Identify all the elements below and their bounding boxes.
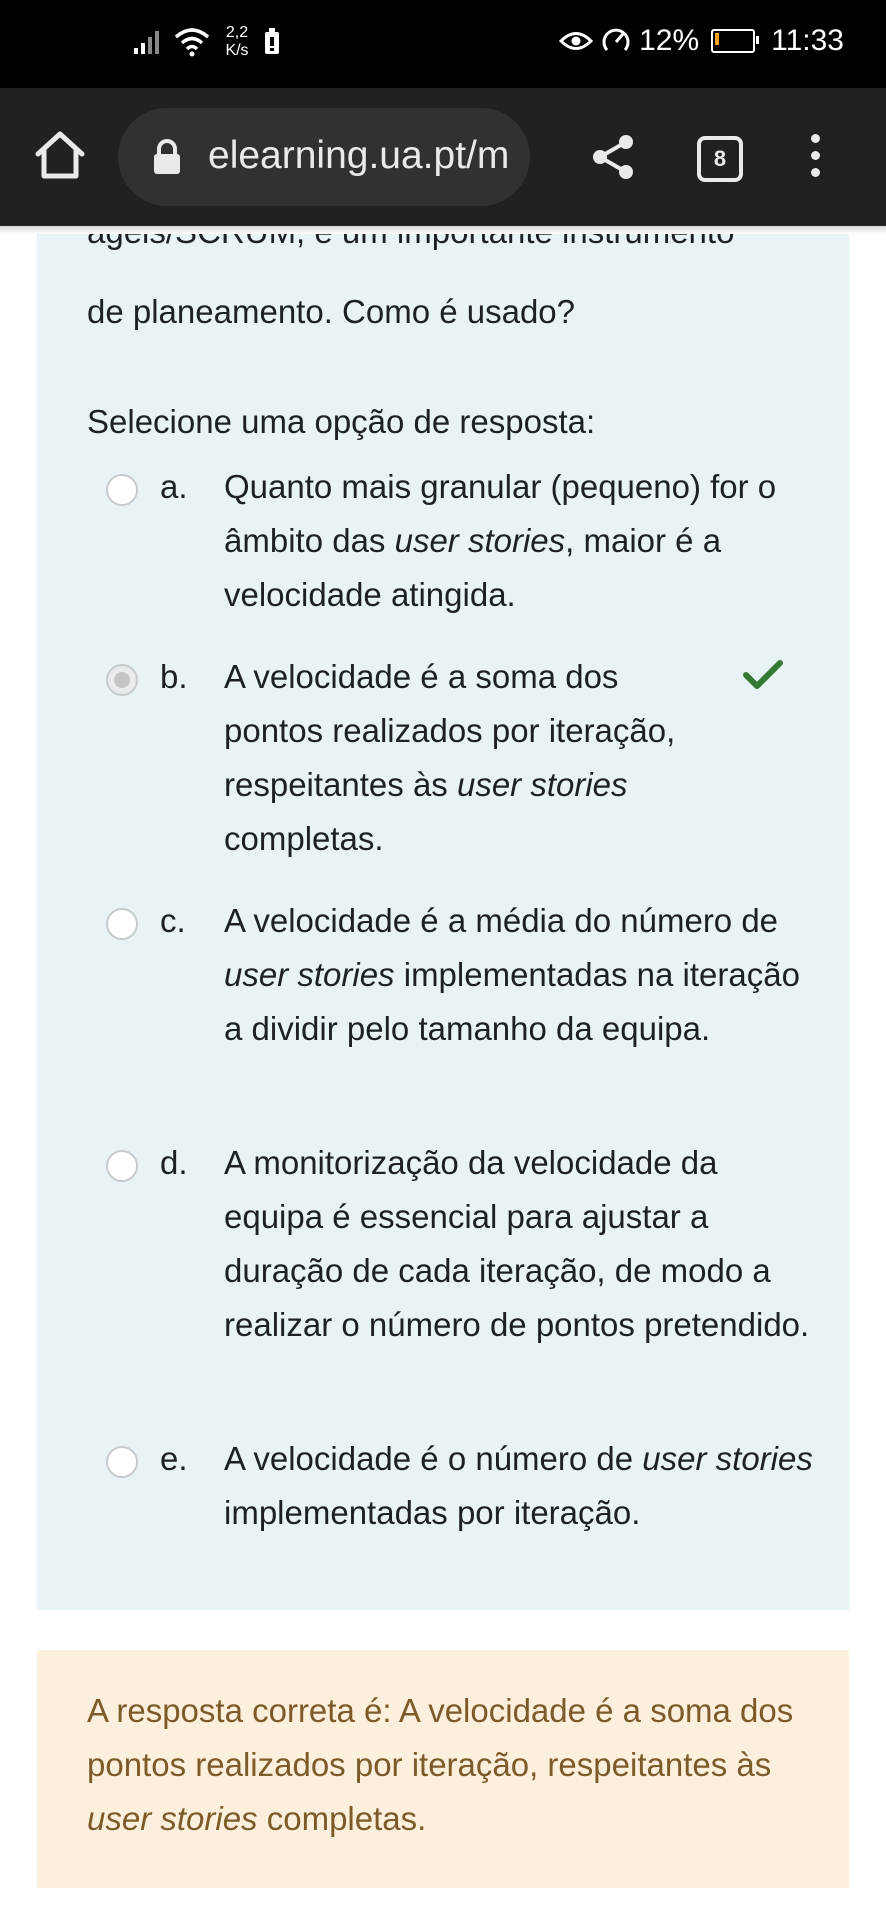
browser-toolbar: elearning.ua.pt/m 8 <box>0 88 886 226</box>
eye-icon <box>559 32 594 50</box>
option-text: A velocidade é o número de user stories … <box>224 1440 813 1531</box>
answer-prompt: Selecione uma opção de resposta: <box>87 403 596 440</box>
option-text: Quanto mais granular (pequeno) for o âmb… <box>224 468 777 613</box>
option-letter: b. <box>160 658 188 695</box>
home-icon[interactable] <box>30 126 90 186</box>
question-text: de planeamento. Como é usado? <box>87 293 576 330</box>
option-text: A monitorização da velocidade da equipa … <box>224 1144 810 1343</box>
tab-switcher-button[interactable]: 8 <box>697 136 743 182</box>
correct-check-icon <box>743 660 783 689</box>
option-letter: d. <box>160 1144 188 1181</box>
speedometer-icon <box>602 28 630 51</box>
option-text: A velocidade é a média do número de user… <box>224 902 800 1047</box>
clock: 11:33 <box>771 24 844 57</box>
network-speed-unit: K/s <box>225 42 249 59</box>
url-text: elearning.ua.pt/m <box>208 134 510 177</box>
status-bar: 2,2 K/s 12% 11:33 <box>0 0 886 88</box>
option-letter: e. <box>160 1440 188 1477</box>
radio-option-d[interactable] <box>106 1150 138 1182</box>
battery-fill <box>715 33 720 45</box>
battery-icon <box>711 29 760 53</box>
wifi-icon <box>174 28 210 57</box>
radio-option-a[interactable] <box>106 474 138 506</box>
network-speed: 2,2 K/s <box>220 24 254 60</box>
radio-option-b[interactable] <box>106 664 138 696</box>
feedback-text: A resposta correta é: A velocidade é a s… <box>87 1692 794 1837</box>
lock-icon <box>154 139 180 174</box>
address-bar[interactable]: elearning.ua.pt/m <box>118 108 530 206</box>
radio-option-e[interactable] <box>106 1446 138 1478</box>
more-menu-icon[interactable] <box>800 134 830 180</box>
option-text: A velocidade é a soma dos pontos realiza… <box>224 658 676 857</box>
notification-icon <box>265 28 279 54</box>
question-text-cutoff: ágeis/SCRUM, é um importante instrumento <box>87 234 734 260</box>
radio-option-c[interactable] <box>106 908 138 940</box>
correct-answer-feedback: A resposta correta é: A velocidade é a s… <box>37 1650 849 1888</box>
signal-icon <box>134 31 159 54</box>
option-letter: a. <box>160 468 188 505</box>
toolbar-shadow <box>0 226 886 234</box>
share-icon[interactable] <box>588 132 638 182</box>
status-left: 2,2 K/s <box>134 24 280 60</box>
battery-percent: 12% <box>639 24 700 57</box>
option-letter: c. <box>160 902 186 939</box>
status-right: 12% 11:33 <box>559 24 844 58</box>
question-card: ágeis/SCRUM, é um importante instrumento… <box>37 234 849 1610</box>
network-speed-value: 2,2 <box>225 24 249 41</box>
